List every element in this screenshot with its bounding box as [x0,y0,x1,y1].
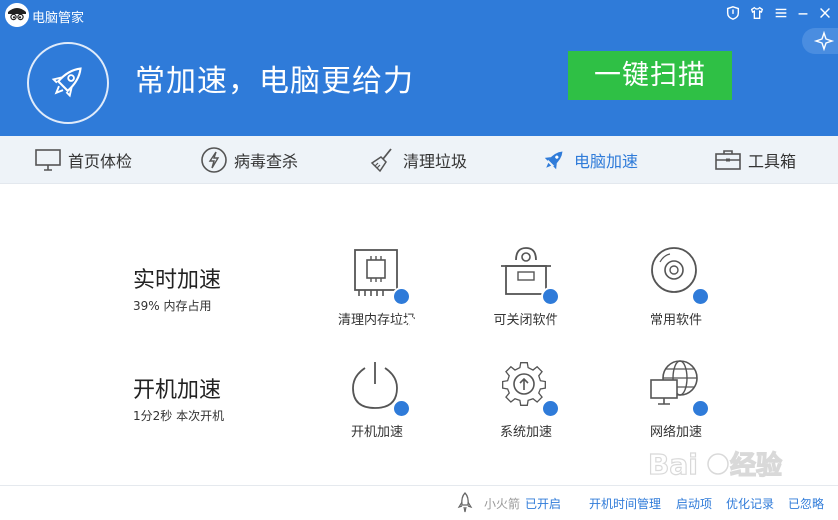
rocket-status-link[interactable]: 已开启 [525,495,561,512]
boot-speedup-title: 开机加速 [133,378,222,403]
checkmark-icon [691,399,739,446]
realtime-speedup-title: 实时加速 [133,268,222,293]
broom-icon [370,148,392,173]
svg-text:Bai: Bai [648,448,698,481]
tab-label: 清理垃圾 [403,152,468,171]
rocket-icon [544,151,563,170]
checkmark-icon [541,287,589,334]
boot-time-management-link[interactable]: 开机时间管理 [589,495,661,512]
menu-icon[interactable] [772,5,790,23]
memory-usage-text: 39% 内存占用 [133,299,212,313]
minimize-icon[interactable] [794,5,812,23]
app-title: 电脑管家 [32,11,85,26]
tab-label: 工具箱 [748,152,797,171]
sparkle-icon[interactable] [802,28,838,54]
closable-software-feature[interactable]: 可关闭软件 [471,246,589,334]
network-speedup-feature[interactable]: 网络加速 [621,358,739,446]
hero-headline: 常加速，电脑更给力 [135,64,414,99]
footer-bar: 小火箭 已开启 开机时间管理 启动项 优化记录 已忽略 [0,485,838,520]
optimization-history-link[interactable]: 优化记录 [726,495,774,512]
svg-text:经验: 经验 [730,450,782,481]
common-software-feature[interactable]: 常用软件 [621,246,739,334]
title-bar: 电脑管家 [0,0,838,30]
rocket-icon [27,42,109,124]
main-nav: 首页体检 病毒查杀 清理垃圾 电脑加速 工具箱 [0,136,838,184]
one-click-scan-button[interactable]: 一键扫描 [568,51,732,100]
toolbox-icon [715,150,741,170]
shield-icon[interactable] [724,5,742,23]
lightning-icon [201,147,227,173]
checkmark-icon [691,287,739,334]
app-window: 电脑管家 常加速，电脑更给力 一键扫描 首页体检 病毒查杀 清理垃圾 电脑加速 … [0,0,838,520]
shirt-icon[interactable] [748,5,766,23]
tab-pc-speedup[interactable]: 电脑加速 [540,136,638,184]
boot-speedup-feature[interactable]: 开机加速 [322,358,440,446]
tab-virus-scan[interactable]: 病毒查杀 [200,136,298,184]
tab-toolbox[interactable]: 工具箱 [714,136,796,184]
tab-label: 病毒查杀 [234,152,299,171]
small-rocket-icon [457,492,473,513]
monitor-icon [35,149,61,171]
startup-items-link[interactable]: 启动项 [676,495,712,512]
ignored-link[interactable]: 已忽略 [788,495,824,512]
tab-label: 首页体检 [68,152,133,171]
checkmark-icon [392,399,440,446]
tab-clean-junk[interactable]: 清理垃圾 [369,136,467,184]
header-banner: 电脑管家 常加速，电脑更给力 一键扫描 [0,0,838,136]
app-logo-icon [5,3,29,27]
tab-home-checkup[interactable]: 首页体检 [34,136,132,184]
system-speedup-feature[interactable]: 系统加速 [471,358,589,446]
clean-memory-feature[interactable]: 清理内存垃圾 [322,246,440,334]
checkmark-icon [392,287,440,334]
rocket-label: 小火箭 [484,497,521,511]
tab-label: 电脑加速 [574,152,639,171]
checkmark-icon [541,399,589,446]
baidu-watermark: Bai 经验 [647,444,798,484]
boot-time-text: 1分2秒 本次开机 [133,409,225,423]
close-icon[interactable] [816,5,834,23]
